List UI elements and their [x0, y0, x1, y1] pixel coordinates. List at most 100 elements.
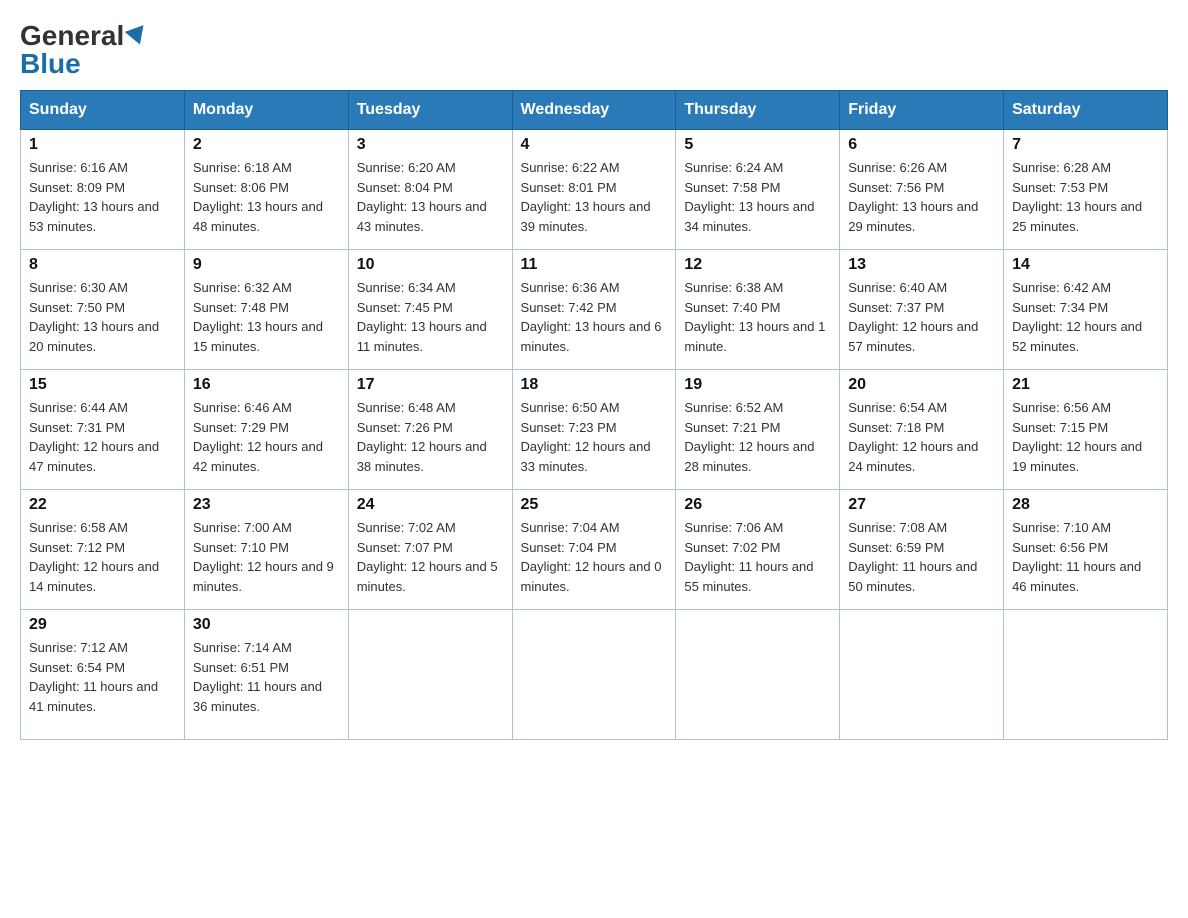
week-row-3: 15 Sunrise: 6:44 AMSunset: 7:31 PMDayligh…	[21, 370, 1168, 490]
day-number: 8	[29, 256, 176, 274]
calendar-cell: 10Sunrise: 6:34 AMSunset: 7:45 PMDayligh…	[348, 250, 512, 370]
calendar-cell: 19Sunrise: 6:52 AMSunset: 7:21 PMDayligh…	[676, 370, 840, 490]
day-info: Sunrise: 7:08 AMSunset: 6:59 PMDaylight:…	[848, 518, 995, 596]
day-info: Sunrise: 6:40 AMSunset: 7:37 PMDaylight:…	[848, 278, 995, 356]
calendar-cell: 2 Sunrise: 6:18 AMSunset: 8:06 PMDaylight…	[184, 130, 348, 250]
day-info: Sunrise: 7:10 AMSunset: 6:56 PMDaylight:…	[1012, 518, 1159, 596]
day-info: Sunrise: 6:54 AMSunset: 7:18 PMDaylight:…	[848, 398, 995, 476]
week-row-1: 1 Sunrise: 6:16 AMSunset: 8:09 PMDaylight…	[21, 130, 1168, 250]
day-info: Sunrise: 6:32 AMSunset: 7:48 PMDaylight:…	[193, 278, 340, 356]
day-info: Sunrise: 6:36 AMSunset: 7:42 PMDaylight:…	[521, 278, 668, 356]
day-number: 4	[521, 136, 668, 154]
calendar-cell: 14 Sunrise: 6:42 AMSunset: 7:34 PMDayligh…	[1004, 250, 1168, 370]
calendar-cell: 28 Sunrise: 7:10 AMSunset: 6:56 PMDayligh…	[1004, 490, 1168, 610]
day-info: Sunrise: 6:46 AMSunset: 7:29 PMDaylight:…	[193, 398, 340, 476]
weekday-header-monday: Monday	[184, 91, 348, 130]
day-info: Sunrise: 7:12 AMSunset: 6:54 PMDaylight:…	[29, 638, 176, 716]
week-row-2: 8 Sunrise: 6:30 AMSunset: 7:50 PMDaylight…	[21, 250, 1168, 370]
calendar-cell: 15 Sunrise: 6:44 AMSunset: 7:31 PMDayligh…	[21, 370, 185, 490]
calendar-cell: 22 Sunrise: 6:58 AMSunset: 7:12 PMDayligh…	[21, 490, 185, 610]
day-number: 29	[29, 616, 176, 634]
day-number: 7	[1012, 136, 1159, 154]
calendar-cell: 12 Sunrise: 6:38 AMSunset: 7:40 PMDayligh…	[676, 250, 840, 370]
week-row-5: 29 Sunrise: 7:12 AMSunset: 6:54 PMDayligh…	[21, 610, 1168, 740]
day-number: 19	[684, 376, 831, 394]
day-info: Sunrise: 6:26 AMSunset: 7:56 PMDaylight:…	[848, 158, 995, 236]
calendar-cell: 1 Sunrise: 6:16 AMSunset: 8:09 PMDaylight…	[21, 130, 185, 250]
day-info: Sunrise: 6:38 AMSunset: 7:40 PMDaylight:…	[684, 278, 831, 356]
calendar-cell: 30Sunrise: 7:14 AMSunset: 6:51 PMDayligh…	[184, 610, 348, 740]
day-number: 26	[684, 496, 831, 514]
calendar-cell	[512, 610, 676, 740]
calendar-cell: 17 Sunrise: 6:48 AMSunset: 7:26 PMDayligh…	[348, 370, 512, 490]
day-number: 12	[684, 256, 831, 274]
weekday-header-saturday: Saturday	[1004, 91, 1168, 130]
day-number: 3	[357, 136, 504, 154]
day-info: Sunrise: 6:50 AMSunset: 7:23 PMDaylight:…	[521, 398, 668, 476]
weekday-header-wednesday: Wednesday	[512, 91, 676, 130]
calendar-cell	[840, 610, 1004, 740]
day-number: 14	[1012, 256, 1159, 274]
day-info: Sunrise: 7:06 AMSunset: 7:02 PMDaylight:…	[684, 518, 831, 596]
day-number: 24	[357, 496, 504, 514]
calendar-cell: 27 Sunrise: 7:08 AMSunset: 6:59 PMDayligh…	[840, 490, 1004, 610]
day-info: Sunrise: 6:34 AMSunset: 7:45 PMDaylight:…	[357, 278, 504, 356]
weekday-header-tuesday: Tuesday	[348, 91, 512, 130]
calendar-cell: 8 Sunrise: 6:30 AMSunset: 7:50 PMDaylight…	[21, 250, 185, 370]
calendar-cell: 5 Sunrise: 6:24 AMSunset: 7:58 PMDaylight…	[676, 130, 840, 250]
day-number: 1	[29, 136, 176, 154]
day-number: 27	[848, 496, 995, 514]
day-number: 13	[848, 256, 995, 274]
day-info: Sunrise: 6:58 AMSunset: 7:12 PMDaylight:…	[29, 518, 176, 596]
calendar-cell: 24 Sunrise: 7:02 AMSunset: 7:07 PMDayligh…	[348, 490, 512, 610]
day-number: 23	[193, 496, 340, 514]
day-info: Sunrise: 7:00 AMSunset: 7:10 PMDaylight:…	[193, 518, 340, 596]
day-number: 30	[193, 616, 340, 634]
calendar-cell: 25Sunrise: 7:04 AMSunset: 7:04 PMDayligh…	[512, 490, 676, 610]
calendar-cell: 23 Sunrise: 7:00 AMSunset: 7:10 PMDayligh…	[184, 490, 348, 610]
day-number: 9	[193, 256, 340, 274]
day-info: Sunrise: 6:42 AMSunset: 7:34 PMDaylight:…	[1012, 278, 1159, 356]
day-number: 5	[684, 136, 831, 154]
calendar-cell: 20 Sunrise: 6:54 AMSunset: 7:18 PMDayligh…	[840, 370, 1004, 490]
day-info: Sunrise: 6:18 AMSunset: 8:06 PMDaylight:…	[193, 158, 340, 236]
calendar-cell	[1004, 610, 1168, 740]
day-info: Sunrise: 6:48 AMSunset: 7:26 PMDaylight:…	[357, 398, 504, 476]
day-info: Sunrise: 6:44 AMSunset: 7:31 PMDaylight:…	[29, 398, 176, 476]
day-number: 22	[29, 496, 176, 514]
day-number: 6	[848, 136, 995, 154]
calendar-cell: 3Sunrise: 6:20 AMSunset: 8:04 PMDaylight…	[348, 130, 512, 250]
day-number: 2	[193, 136, 340, 154]
calendar-cell: 11 Sunrise: 6:36 AMSunset: 7:42 PMDayligh…	[512, 250, 676, 370]
logo: General Blue	[20, 20, 150, 80]
weekday-header-sunday: Sunday	[21, 91, 185, 130]
weekday-header-thursday: Thursday	[676, 91, 840, 130]
logo-blue-text: Blue	[20, 48, 81, 80]
calendar-cell: 6 Sunrise: 6:26 AMSunset: 7:56 PMDaylight…	[840, 130, 1004, 250]
day-info: Sunrise: 6:30 AMSunset: 7:50 PMDaylight:…	[29, 278, 176, 356]
day-info: Sunrise: 6:56 AMSunset: 7:15 PMDaylight:…	[1012, 398, 1159, 476]
day-number: 25	[521, 496, 668, 514]
day-info: Sunrise: 7:02 AMSunset: 7:07 PMDaylight:…	[357, 518, 504, 596]
day-info: Sunrise: 6:28 AMSunset: 7:53 PMDaylight:…	[1012, 158, 1159, 236]
day-number: 18	[521, 376, 668, 394]
calendar-cell: 4Sunrise: 6:22 AMSunset: 8:01 PMDaylight…	[512, 130, 676, 250]
day-number: 17	[357, 376, 504, 394]
day-number: 15	[29, 376, 176, 394]
calendar-cell: 16Sunrise: 6:46 AMSunset: 7:29 PMDayligh…	[184, 370, 348, 490]
day-info: Sunrise: 6:24 AMSunset: 7:58 PMDaylight:…	[684, 158, 831, 236]
calendar-cell: 7 Sunrise: 6:28 AMSunset: 7:53 PMDaylight…	[1004, 130, 1168, 250]
calendar-cell: 26 Sunrise: 7:06 AMSunset: 7:02 PMDayligh…	[676, 490, 840, 610]
day-number: 20	[848, 376, 995, 394]
calendar-table: SundayMondayTuesdayWednesdayThursdayFrid…	[20, 90, 1168, 740]
calendar-cell: 9 Sunrise: 6:32 AMSunset: 7:48 PMDaylight…	[184, 250, 348, 370]
weekday-header-friday: Friday	[840, 91, 1004, 130]
day-number: 11	[521, 256, 668, 274]
calendar-cell	[348, 610, 512, 740]
day-number: 28	[1012, 496, 1159, 514]
weekday-header-row: SundayMondayTuesdayWednesdayThursdayFrid…	[21, 91, 1168, 130]
day-info: Sunrise: 6:16 AMSunset: 8:09 PMDaylight:…	[29, 158, 176, 236]
logo-arrow-icon	[125, 25, 150, 48]
week-row-4: 22 Sunrise: 6:58 AMSunset: 7:12 PMDayligh…	[21, 490, 1168, 610]
calendar-cell: 21Sunrise: 6:56 AMSunset: 7:15 PMDayligh…	[1004, 370, 1168, 490]
